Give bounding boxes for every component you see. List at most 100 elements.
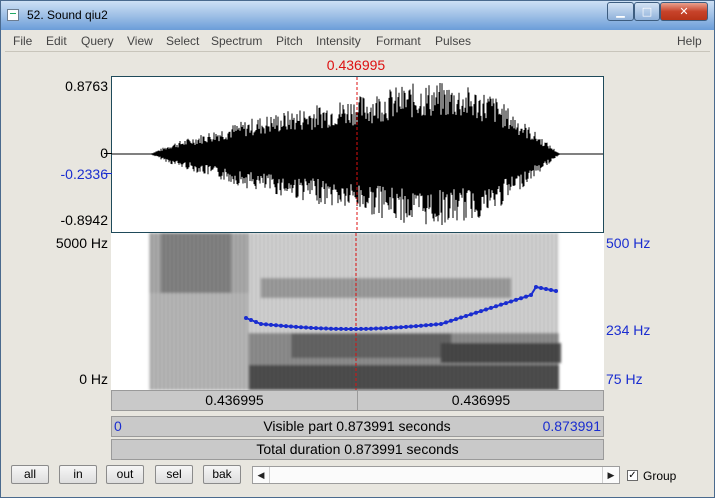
cursor-value-tick — [104, 173, 112, 174]
pitch-point — [264, 322, 268, 327]
pitch-point — [309, 325, 313, 330]
menu-spectrum[interactable]: Spectrum — [211, 34, 262, 48]
pitch-point — [379, 326, 383, 331]
pitch-point — [314, 326, 318, 331]
right-segment-duration[interactable]: 0.436995 — [357, 391, 604, 410]
pitch-point — [454, 317, 458, 322]
pitch-point — [354, 326, 358, 331]
menu-pulses[interactable]: Pulses — [435, 34, 471, 48]
pitch-point — [554, 289, 558, 293]
pitch-point — [504, 301, 508, 306]
pitch-point — [424, 323, 428, 328]
pitch-point — [289, 324, 293, 329]
menu-help[interactable]: Help — [677, 34, 702, 48]
pitch-point — [429, 322, 433, 327]
pitch-point — [519, 296, 523, 301]
zoom-out-button[interactable]: out — [106, 465, 144, 484]
pitch-point — [284, 324, 288, 329]
scroll-right-icon[interactable]: ▶ — [602, 467, 619, 483]
pitch-point — [329, 326, 333, 331]
pitch-point — [389, 325, 393, 330]
pitch-point — [549, 288, 553, 292]
menu-edit[interactable]: Edit — [46, 34, 67, 48]
waveform-max-label: 0.8763 — [65, 78, 108, 94]
pitch-point — [494, 304, 498, 309]
visible-end-time: 0.873991 — [542, 418, 601, 434]
pitch-cursor-label: 234 Hz — [606, 322, 651, 338]
pitch-point — [534, 285, 538, 289]
visible-part-bar[interactable]: 0 Visible part 0.873991 seconds 0.873991 — [111, 416, 604, 437]
visible-part-label: Visible part 0.873991 seconds — [263, 418, 451, 434]
pitch-point — [349, 327, 353, 331]
menu-pitch[interactable]: Pitch — [276, 34, 303, 48]
waveform-panel[interactable] — [111, 76, 604, 233]
pitch-max-label: 500 Hz — [606, 235, 651, 251]
pitch-point — [364, 326, 368, 331]
pitch-point — [249, 318, 253, 322]
zoom-in-button[interactable]: in — [59, 465, 97, 484]
praat-window-icon — [7, 9, 19, 21]
menu-view[interactable]: View — [127, 34, 153, 48]
menu-formant[interactable]: Formant — [376, 34, 421, 48]
pitch-point — [304, 325, 308, 330]
zoom-all-button[interactable]: all — [11, 465, 49, 484]
waveform-cursor-value: -0.2336 — [60, 166, 108, 182]
horizontal-scrollbar[interactable]: ◀ ▶ — [252, 466, 620, 484]
pitch-point — [529, 293, 533, 298]
cursor-time-label: 0.436995 — [326, 57, 386, 73]
pitch-point — [404, 324, 408, 329]
pitch-point — [484, 307, 488, 312]
total-duration-bar[interactable]: Total duration 0.873991 seconds — [111, 439, 604, 460]
visible-start-time: 0 — [114, 418, 122, 434]
pitch-point — [319, 326, 323, 331]
pitch-point — [469, 312, 473, 317]
pitch-point — [254, 320, 258, 324]
scroll-left-icon[interactable]: ◀ — [253, 467, 270, 483]
maximize-button[interactable]: □ — [634, 2, 660, 21]
pitch-point — [324, 326, 328, 331]
waveform-min-label: -0.8942 — [60, 212, 108, 228]
pitch-point — [509, 299, 513, 304]
zoom-sel-button[interactable]: sel — [155, 465, 193, 484]
pitch-point — [444, 320, 448, 325]
pitch-point — [294, 324, 298, 329]
pitch-point — [409, 324, 413, 329]
pitch-point — [449, 318, 453, 323]
left-segment-duration[interactable]: 0.436995 — [112, 391, 357, 410]
pitch-point — [394, 325, 398, 330]
menu-bar: File Edit Query View Select Spectrum Pit… — [5, 31, 710, 52]
menu-intensity[interactable]: Intensity — [316, 34, 361, 48]
pitch-point — [524, 294, 528, 299]
window-title: 52. Sound qiu2 — [27, 8, 108, 22]
pitch-point — [464, 313, 468, 318]
pitch-point — [344, 326, 348, 331]
waveform-trace — [150, 82, 560, 226]
pitch-point — [514, 297, 518, 302]
pitch-point — [269, 322, 273, 327]
close-button[interactable]: ✕ — [660, 2, 708, 21]
pitch-point — [299, 325, 303, 330]
pitch-point — [439, 322, 443, 326]
menu-select[interactable]: Select — [166, 34, 199, 48]
pitch-point — [384, 326, 388, 331]
pitch-point — [359, 326, 363, 331]
spectrogram-panel[interactable] — [111, 233, 604, 390]
pitch-point — [419, 323, 423, 328]
menu-query[interactable]: Query — [81, 34, 114, 48]
spectrogram-image — [149, 233, 561, 390]
minimize-button[interactable]: ▁ — [607, 2, 634, 21]
pitch-point — [334, 326, 338, 331]
pitch-point — [434, 322, 438, 327]
pitch-point — [244, 316, 248, 320]
pitch-point — [474, 310, 478, 315]
total-duration-label: Total duration 0.873991 seconds — [256, 441, 459, 457]
group-checkbox-label: Group — [643, 469, 677, 483]
zoom-back-button[interactable]: bak — [203, 465, 241, 484]
pitch-point — [414, 324, 418, 329]
group-checkbox[interactable]: ✓ — [627, 470, 638, 481]
menu-file[interactable]: File — [13, 34, 32, 48]
pitch-point — [259, 322, 263, 326]
pitch-point — [369, 326, 373, 331]
time-segment-bar[interactable]: 0.436995 0.436995 — [111, 390, 604, 411]
title-bar[interactable]: 52. Sound qiu2 ▁ □ ✕ — [1, 1, 714, 30]
